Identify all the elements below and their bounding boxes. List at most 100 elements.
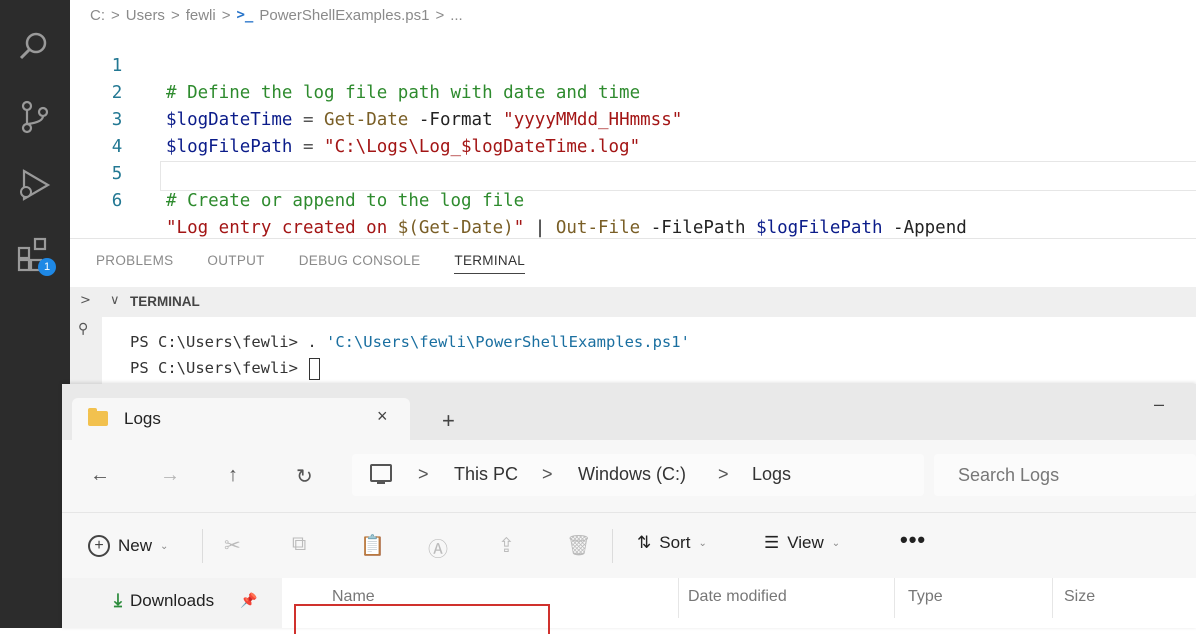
nav-item-label: Downloads: [129, 590, 215, 610]
up-button[interactable]: ↑: [228, 464, 238, 487]
code-string: "C:\Logs\Log_$logDateTime.log": [324, 137, 641, 157]
debug-icon[interactable]: ⚲: [78, 321, 88, 337]
terminal-output[interactable]: PS C:\Users\fewli> . 'C:\Users\fewli\Pow…: [130, 329, 690, 381]
code-comment: # Create or append to the log file: [166, 191, 525, 211]
tab-output[interactable]: OUTPUT: [207, 253, 264, 274]
bottom-panel: PROBLEMS OUTPUT DEBUG CONSOLE TERMINAL >…: [70, 238, 1196, 389]
breadcrumb: C: > Users > fewli > >_ PowerShellExampl…: [90, 4, 463, 26]
cut-icon[interactable]: ✂: [224, 533, 241, 558]
copy-icon[interactable]: ⧉: [292, 533, 306, 556]
code-line: 3 $logFilePath = "C:\Logs\Log_$logDateTi…: [70, 80, 640, 157]
divider: [612, 529, 613, 563]
terminal-title: TERMINAL: [130, 294, 200, 309]
more-options-button[interactable]: •••: [900, 527, 926, 553]
navigation-bar: ← → ↑ ↻ > This PC > Windows (C:) > Logs …: [62, 440, 1196, 512]
explorer-tab[interactable]: Logs ×: [72, 398, 410, 440]
breadcrumb-separator: >: [111, 6, 120, 24]
refresh-button[interactable]: ↻: [296, 464, 313, 489]
tab-title: Logs: [124, 409, 161, 428]
address-this-pc[interactable]: This PC: [454, 464, 518, 485]
code-line: 5 # Create or append to the log file: [70, 134, 525, 211]
plus-icon: +: [88, 535, 110, 557]
line-number: 6: [111, 191, 123, 211]
column-header-size[interactable]: Size: [1064, 588, 1095, 606]
address-separator: >: [718, 464, 729, 484]
address-logs[interactable]: Logs: [752, 464, 791, 485]
code-pipe: |: [524, 218, 556, 238]
paste-icon[interactable]: 📋: [360, 533, 385, 558]
column-divider[interactable]: [894, 578, 895, 618]
title-bar: Logs × + –: [62, 384, 1196, 440]
sort-button[interactable]: ⇅ Sort ⌄: [637, 533, 707, 553]
breadcrumb-separator: >: [221, 6, 231, 24]
view-label: View: [787, 533, 824, 552]
delete-icon[interactable]: 🗑: [566, 533, 591, 558]
new-tab-button[interactable]: +: [442, 408, 455, 434]
navigation-pane: ⤓ Downloads 📌: [62, 578, 282, 628]
tab-problems[interactable]: PROBLEMS: [96, 253, 173, 274]
code-variable: $logDateTime: [166, 110, 293, 130]
breadcrumb-more[interactable]: ...: [450, 7, 463, 24]
computer-icon: [370, 464, 392, 484]
content-area: ⤓ Downloads 📌 Name Date modified Type Si…: [62, 578, 1196, 634]
back-button[interactable]: ←: [90, 464, 110, 487]
code-variable: $logFilePath: [166, 137, 293, 157]
code-line: 4: [70, 107, 133, 157]
chevron-right-icon[interactable]: >: [80, 293, 91, 308]
code-string: "Log entry created on: [166, 218, 398, 238]
column-header-type[interactable]: Type: [908, 588, 943, 606]
address-separator: >: [542, 464, 553, 484]
view-icon: ☰: [764, 533, 780, 552]
terminal-header[interactable]: > ∨ TERMINAL: [70, 287, 1196, 317]
column-header-date-modified[interactable]: Date modified: [688, 588, 787, 606]
nav-item-downloads[interactable]: ⤓ Downloads: [114, 590, 214, 611]
pin-icon[interactable]: 📌: [240, 592, 257, 609]
code-editor[interactable]: C: > Users > fewli > >_ PowerShellExampl…: [70, 0, 1196, 238]
new-label: New: [118, 536, 153, 555]
breadcrumb-item[interactable]: C:: [90, 7, 105, 24]
file-explorer-window: Logs × + – ← → ↑ ↻ > This PC > Windows (…: [62, 384, 1196, 634]
close-tab-button[interactable]: ×: [377, 406, 388, 427]
terminal-command: .: [307, 333, 326, 351]
address-bar[interactable]: > This PC > Windows (C:) > Logs: [352, 454, 924, 496]
column-divider[interactable]: [1052, 578, 1053, 618]
breadcrumb-item[interactable]: Users: [126, 7, 165, 24]
tab-terminal[interactable]: TERMINAL: [454, 253, 526, 274]
powershell-file-icon: >_: [236, 7, 254, 23]
code-parameter: -Format: [408, 110, 504, 130]
run-debug-icon[interactable]: [16, 166, 54, 204]
code-operator: =: [292, 137, 325, 157]
terminal-prompt: PS C:\Users\fewli>: [130, 333, 308, 351]
search-icon[interactable]: [16, 28, 54, 66]
chevron-down-icon: ⌄: [698, 537, 707, 549]
tab-debug-console[interactable]: DEBUG CONSOLE: [299, 253, 421, 274]
terminal-line: PS C:\Users\fewli>: [130, 355, 690, 381]
minimize-button[interactable]: –: [1154, 394, 1164, 415]
current-line-highlight: [160, 161, 1196, 191]
code-area[interactable]: 1 # Define the log file path with date a…: [70, 26, 967, 238]
breadcrumb-item[interactable]: fewli: [186, 7, 216, 24]
search-placeholder: Search Logs: [958, 465, 1060, 485]
source-control-icon[interactable]: [16, 98, 54, 136]
column-divider[interactable]: [678, 578, 679, 618]
code-line: 2 $logDateTime = Get-Date -Format "yyyyM…: [70, 53, 683, 130]
breadcrumb-file[interactable]: PowerShellExamples.ps1: [259, 7, 429, 24]
code-comment: # Define the log file path with date and…: [166, 83, 641, 103]
code-string: "yyyyMMdd_HHmmss": [503, 110, 683, 130]
sort-icon: ⇅: [637, 533, 652, 552]
address-drive[interactable]: Windows (C:): [578, 464, 686, 485]
folder-icon: [88, 408, 108, 426]
chevron-down-icon[interactable]: ∨: [110, 293, 120, 308]
view-button[interactable]: ☰ View ⌄: [764, 533, 840, 553]
extensions-badge: 1: [38, 258, 56, 276]
code-subexpression: $(Get-Date): [397, 218, 514, 238]
highlight-box: [294, 604, 550, 634]
rename-icon[interactable]: Ⓐ: [428, 533, 448, 562]
search-box[interactable]: Search Logs: [934, 454, 1196, 496]
code-variable: $logFilePath: [756, 218, 883, 238]
command-bar: + New ⌄ ✂ ⧉ 📋 Ⓐ ⇪ 🗑 ⇅ Sort ⌄ ☰ View ⌄ ••…: [62, 512, 1196, 579]
forward-button[interactable]: →: [160, 464, 180, 487]
code-cmdlet: Out-File: [555, 218, 641, 238]
share-icon[interactable]: ⇪: [498, 533, 515, 558]
new-button[interactable]: + New ⌄: [88, 533, 168, 559]
